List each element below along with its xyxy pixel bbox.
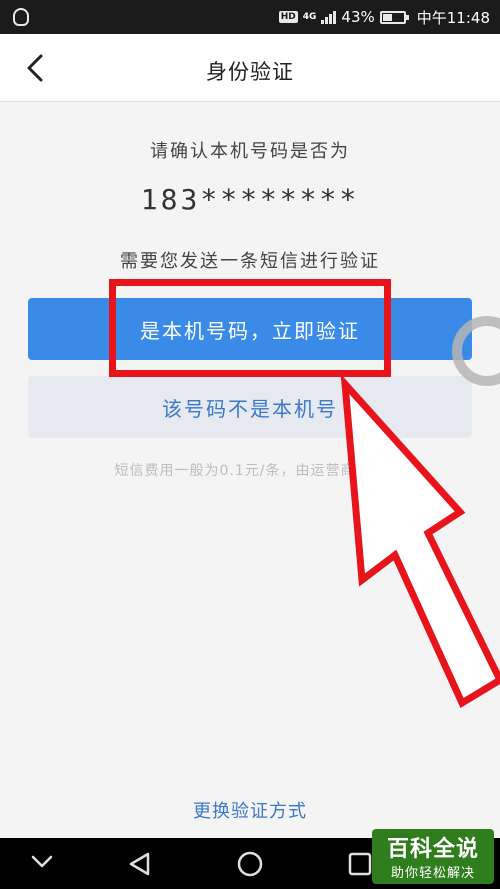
qq-penguin-icon — [13, 8, 29, 26]
title-bar: 身份验证 — [0, 34, 500, 102]
pointer-arrow-annotation — [340, 373, 500, 709]
watermark-logo: 百科全说 助你轻松解决 — [372, 829, 494, 884]
highlight-box — [109, 279, 391, 377]
not-my-number-button[interactable]: 该号码不是本机号 — [28, 376, 472, 438]
status-bar: HD 4G 43% 中午11:48 — [0, 0, 500, 34]
nav-dropdown-icon[interactable] — [31, 855, 53, 868]
watermark-title: 百科全说 — [386, 837, 479, 862]
signal-icon — [321, 10, 337, 24]
confirm-prompt: 请确认本机号码是否为 — [150, 141, 350, 162]
nav-recents-icon[interactable] — [348, 852, 372, 876]
page-title: 身份验证 — [206, 60, 294, 84]
watermark-subtitle: 助你轻松解决 — [390, 866, 475, 881]
sms-fee-note: 短信费用一般为0.1元/条，由运营商收取 — [114, 463, 386, 479]
battery-percent: 43% — [341, 8, 375, 26]
phone-number: 183******** — [140, 183, 360, 216]
change-verification-method-link[interactable]: 更换验证方式 — [0, 797, 500, 823]
hd-icon: HD — [278, 11, 298, 23]
clock: 中午11:48 — [416, 8, 490, 27]
sms-prompt: 需要您发送一条短信进行验证 — [120, 251, 380, 272]
nav-back-icon[interactable] — [129, 852, 150, 876]
status-icons: HD 4G 43% 中午11:48 — [278, 0, 490, 34]
network-type: 4G — [302, 12, 317, 22]
battery-icon — [379, 10, 409, 24]
nav-home-icon[interactable] — [237, 851, 263, 877]
